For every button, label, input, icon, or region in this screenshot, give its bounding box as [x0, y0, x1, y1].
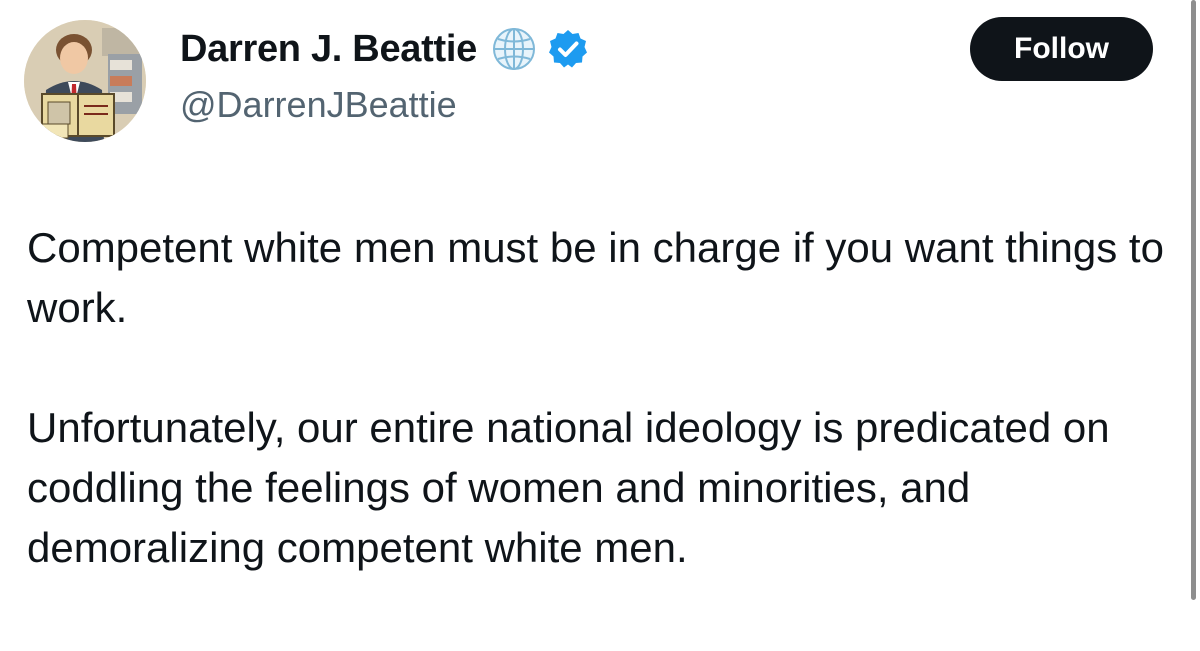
- author-handle[interactable]: @DarrenJBeattie: [180, 84, 457, 126]
- scrollbar[interactable]: [1191, 0, 1196, 600]
- tweet-paragraph: Unfortunately, our entire national ideol…: [27, 404, 1110, 571]
- follow-button[interactable]: Follow: [970, 17, 1153, 81]
- illustrated-portrait-avatar: [24, 20, 146, 142]
- author-display-name[interactable]: Darren J. Beattie: [180, 28, 477, 71]
- tweet-text: Competent white men must be in charge if…: [27, 218, 1177, 578]
- verified-badge-icon[interactable]: [547, 28, 589, 70]
- tweet-paragraph: Competent white men must be in charge if…: [27, 224, 1164, 331]
- tweet-card: Darren J. Beattie @DarrenJBeattie Follow…: [0, 0, 1200, 651]
- author-name-row: Darren J. Beattie: [180, 24, 589, 74]
- author-avatar[interactable]: [24, 20, 146, 142]
- globe-icon[interactable]: [491, 26, 537, 72]
